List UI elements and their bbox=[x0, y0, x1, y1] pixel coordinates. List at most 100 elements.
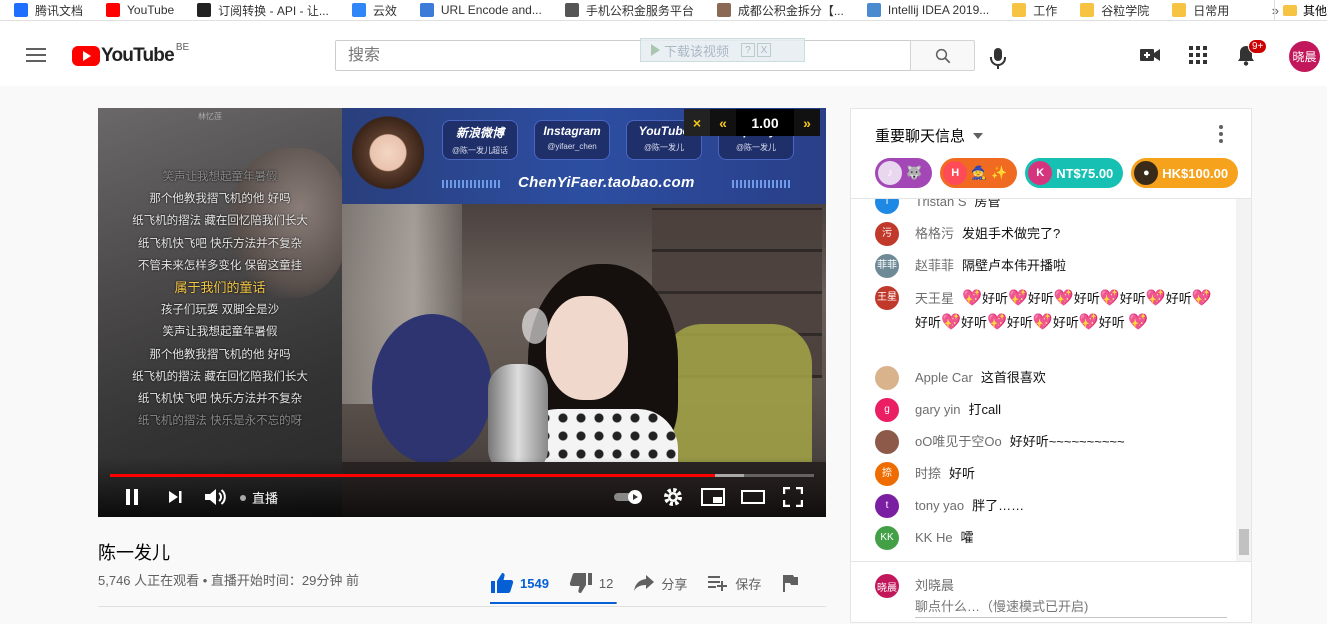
apps-button[interactable] bbox=[1186, 43, 1210, 67]
bookmark-item[interactable]: 日常用 bbox=[1158, 0, 1238, 20]
chat-author-avatar[interactable]: KK bbox=[875, 526, 899, 550]
chat-scrollbar[interactable] bbox=[1236, 199, 1251, 561]
lyrics-list: 笑声让我想起童年暑假 那个他教我摺飞机的他 好吗 纸飞机的摺法 藏在回忆陪我们长大纸… bbox=[98, 166, 342, 432]
youtube-logo[interactable]: YouTube BE bbox=[72, 42, 190, 67]
chat-mode-dropdown[interactable]: 重要聊天信息 bbox=[875, 125, 984, 146]
youtube-play-icon bbox=[72, 46, 100, 66]
logo-region: BE bbox=[175, 42, 190, 53]
download-video-overlay[interactable]: 下载该视频 ? X bbox=[640, 38, 805, 62]
chat-author-name[interactable]: Tristan S bbox=[915, 199, 967, 209]
volume-button[interactable] bbox=[202, 485, 228, 509]
person-icon bbox=[716, 3, 731, 17]
chat-author-avatar[interactable]: g bbox=[875, 398, 899, 422]
account-avatar[interactable]: 晓晨 bbox=[1289, 41, 1320, 72]
chat-author-name[interactable]: gary yin bbox=[915, 402, 961, 417]
super-chat-ticker[interactable]: K NT$75.00 bbox=[1025, 158, 1124, 188]
save-button[interactable]: 保存 bbox=[707, 574, 761, 593]
chat-author-avatar[interactable]: 污 bbox=[875, 222, 899, 246]
bookmark-item[interactable]: 工作 bbox=[998, 0, 1066, 20]
chat-scrollbar-thumb[interactable] bbox=[1239, 529, 1249, 555]
voice-search-button[interactable] bbox=[988, 47, 1008, 74]
chat-author-name[interactable]: KK He bbox=[915, 530, 953, 545]
search-input[interactable] bbox=[336, 41, 910, 70]
chat-author-name[interactable]: 时捺 bbox=[915, 466, 941, 481]
chat-author-name[interactable]: 天王星 bbox=[915, 291, 954, 306]
bookmark-item[interactable]: 腾讯文档 bbox=[0, 0, 92, 20]
shop-url: ChenYiFaer.taobao.com bbox=[518, 174, 695, 191]
chat-author-avatar[interactable]: 王星 bbox=[875, 286, 899, 310]
skip-next-icon bbox=[169, 491, 182, 503]
search-button[interactable] bbox=[910, 40, 975, 71]
masthead: YouTube BE 下载该视频 ? X 9+ 晓晨 bbox=[0, 21, 1327, 86]
bookmark-other-folder[interactable]: 其他 bbox=[1273, 0, 1327, 21]
super-chat-ticker[interactable]: ♪ 🐺 bbox=[875, 158, 933, 188]
miniplayer-button[interactable] bbox=[700, 485, 726, 509]
super-chat-ticker[interactable]: H 🧙 ✨ bbox=[940, 158, 1018, 188]
more-options-icon[interactable] bbox=[1219, 125, 1223, 143]
bookmark-item[interactable]: 云效 bbox=[338, 0, 406, 20]
chat-message-text: 这首很喜欢 bbox=[980, 370, 1046, 385]
chat-author-name[interactable]: 赵菲菲 bbox=[915, 258, 954, 273]
help-icon[interactable]: ? bbox=[741, 43, 756, 57]
chat-author-name[interactable]: 格格污 bbox=[915, 226, 954, 241]
chat-author-avatar[interactable]: 捺 bbox=[875, 462, 899, 486]
lyric-line: 孩子们玩耍 双脚全是沙 bbox=[160, 304, 280, 317]
super-chat-ticker[interactable]: ● HK$100.00 bbox=[1131, 158, 1239, 188]
bookmark-item[interactable]: YouTube bbox=[92, 0, 183, 20]
social-handle: @陈一发儿 bbox=[643, 143, 685, 152]
speed-slower-button[interactable]: « bbox=[710, 109, 736, 136]
chat-message: T Tristan S 房管 bbox=[875, 199, 1001, 214]
chat-author-name[interactable]: Apple Car bbox=[915, 370, 973, 385]
share-button[interactable]: 分享 bbox=[633, 574, 687, 593]
next-button[interactable] bbox=[164, 485, 186, 509]
chat-message-text: 好好听~~~~~~~~~~ bbox=[1009, 434, 1125, 449]
bookmark-label: 手机公积金服务平台 bbox=[585, 3, 694, 18]
ticker-avatar: ♪ bbox=[878, 161, 902, 185]
live-indicator[interactable]: 直播 bbox=[240, 488, 278, 507]
folder-icon bbox=[1172, 3, 1187, 17]
progress-bar[interactable] bbox=[110, 474, 814, 477]
dislike-button[interactable]: 12 bbox=[569, 572, 613, 594]
video-player[interactable]: 林忆莲 笑声让我想起童年暑假 那个他教我摺飞机的他 好吗 纸飞机的摺法 藏在回忆陪我… bbox=[98, 108, 826, 517]
chat-message-text: 好听 bbox=[1119, 291, 1146, 306]
hamburger-menu-icon[interactable] bbox=[26, 48, 46, 62]
close-icon[interactable]: X bbox=[757, 43, 772, 57]
create-video-button[interactable] bbox=[1138, 43, 1162, 67]
fullscreen-button[interactable] bbox=[780, 485, 806, 509]
chat-author-avatar[interactable] bbox=[875, 430, 899, 454]
chat-author-avatar[interactable]: 菲菲 bbox=[875, 254, 899, 278]
autoplay-toggle[interactable] bbox=[614, 485, 646, 509]
chat-author-avatar[interactable]: T bbox=[875, 199, 899, 214]
bookmark-item[interactable]: Intellij IDEA 2019... bbox=[853, 0, 998, 20]
speed-faster-button[interactable]: » bbox=[794, 109, 820, 136]
bookmark-item[interactable]: URL Encode and... bbox=[406, 0, 551, 20]
ticker-sticker: 🧙 ✨ bbox=[971, 165, 1008, 180]
chat-author-name[interactable]: oO唯见于空Oo bbox=[915, 434, 1002, 449]
bookmark-label: 订阅转换 - API - 让... bbox=[218, 3, 329, 18]
chat-author-name[interactable]: tony yao bbox=[915, 498, 964, 513]
pause-button[interactable] bbox=[122, 485, 142, 509]
chevron-down-icon bbox=[973, 132, 984, 139]
chat-message-text: 打call bbox=[968, 402, 1002, 417]
bookmark-label: Intellij IDEA 2019... bbox=[887, 3, 990, 17]
chat-author-avatar[interactable]: t bbox=[875, 494, 899, 518]
report-button[interactable] bbox=[781, 574, 805, 592]
bookmark-item[interactable]: 谷粒学院 bbox=[1066, 0, 1158, 20]
chat-message: 菲菲 赵菲菲 隔壁卢本伟开播啦 bbox=[875, 254, 1066, 278]
chat-message-text: 好听 bbox=[981, 291, 1008, 306]
bookmark-item[interactable]: 手机公积金服务平台 bbox=[551, 0, 703, 20]
bookmark-item[interactable]: 成都公积金拆分【... bbox=[703, 0, 853, 20]
sparkling-heart-emoji: 💖 bbox=[1053, 290, 1074, 307]
ticker-amount: NT$75.00 bbox=[1056, 165, 1114, 181]
chat-message-text: 胖了…… bbox=[972, 498, 1025, 513]
settings-button[interactable] bbox=[662, 485, 684, 509]
chat-message: 污 格格污 发姐手术做完了? bbox=[875, 222, 1060, 246]
theater-mode-button[interactable] bbox=[740, 485, 766, 509]
bookmark-item[interactable]: 订阅转换 - API - 让... bbox=[183, 0, 338, 20]
chat-author-avatar[interactable] bbox=[875, 366, 899, 390]
speed-close-button[interactable]: × bbox=[684, 109, 710, 136]
social-handle: @陈一发儿超话 bbox=[451, 146, 509, 155]
chat-input[interactable] bbox=[915, 596, 1227, 618]
like-button[interactable]: 1549 bbox=[490, 572, 549, 594]
social-badge: Instagram @yifaer_chen bbox=[534, 120, 610, 160]
